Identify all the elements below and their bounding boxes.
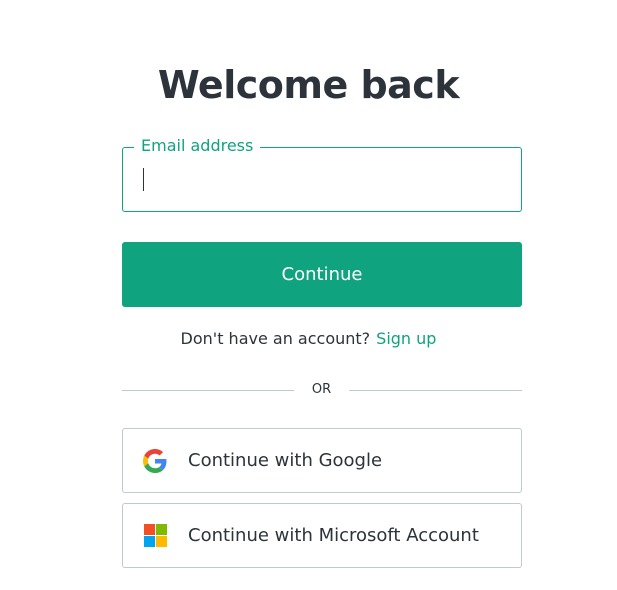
email-input[interactable] bbox=[139, 162, 499, 198]
google-button-label: Continue with Google bbox=[188, 450, 383, 471]
signup-prompt: Don't have an account? bbox=[180, 329, 371, 348]
page-title: Welcome back bbox=[157, 63, 460, 107]
continue-with-microsoft-button[interactable]: Continue with Microsoft Account bbox=[122, 503, 522, 568]
microsoft-logo-blue-square bbox=[144, 536, 155, 547]
microsoft-logo-icon bbox=[144, 524, 167, 547]
or-divider: OR bbox=[122, 380, 522, 400]
google-logo-icon bbox=[143, 449, 167, 473]
signup-link[interactable]: Sign up bbox=[376, 329, 436, 348]
continue-with-google-button[interactable]: Continue with Google bbox=[122, 428, 522, 493]
microsoft-logo-red-square bbox=[144, 524, 155, 535]
microsoft-button-label: Continue with Microsoft Account bbox=[188, 525, 479, 546]
divider-line-right bbox=[349, 390, 522, 391]
signup-row: Don't have an account? Sign up bbox=[0, 328, 617, 350]
login-page: Welcome back Email address Continue Don'… bbox=[0, 0, 617, 590]
text-cursor bbox=[143, 168, 144, 191]
divider-text: OR bbox=[311, 382, 332, 397]
microsoft-logo-yellow-square bbox=[156, 536, 167, 547]
divider-line-left bbox=[122, 390, 294, 391]
email-field-label: Email address bbox=[134, 135, 261, 157]
microsoft-logo-green-square bbox=[156, 524, 167, 535]
continue-button[interactable]: Continue bbox=[122, 242, 522, 307]
email-field[interactable]: Email address bbox=[122, 135, 522, 212]
